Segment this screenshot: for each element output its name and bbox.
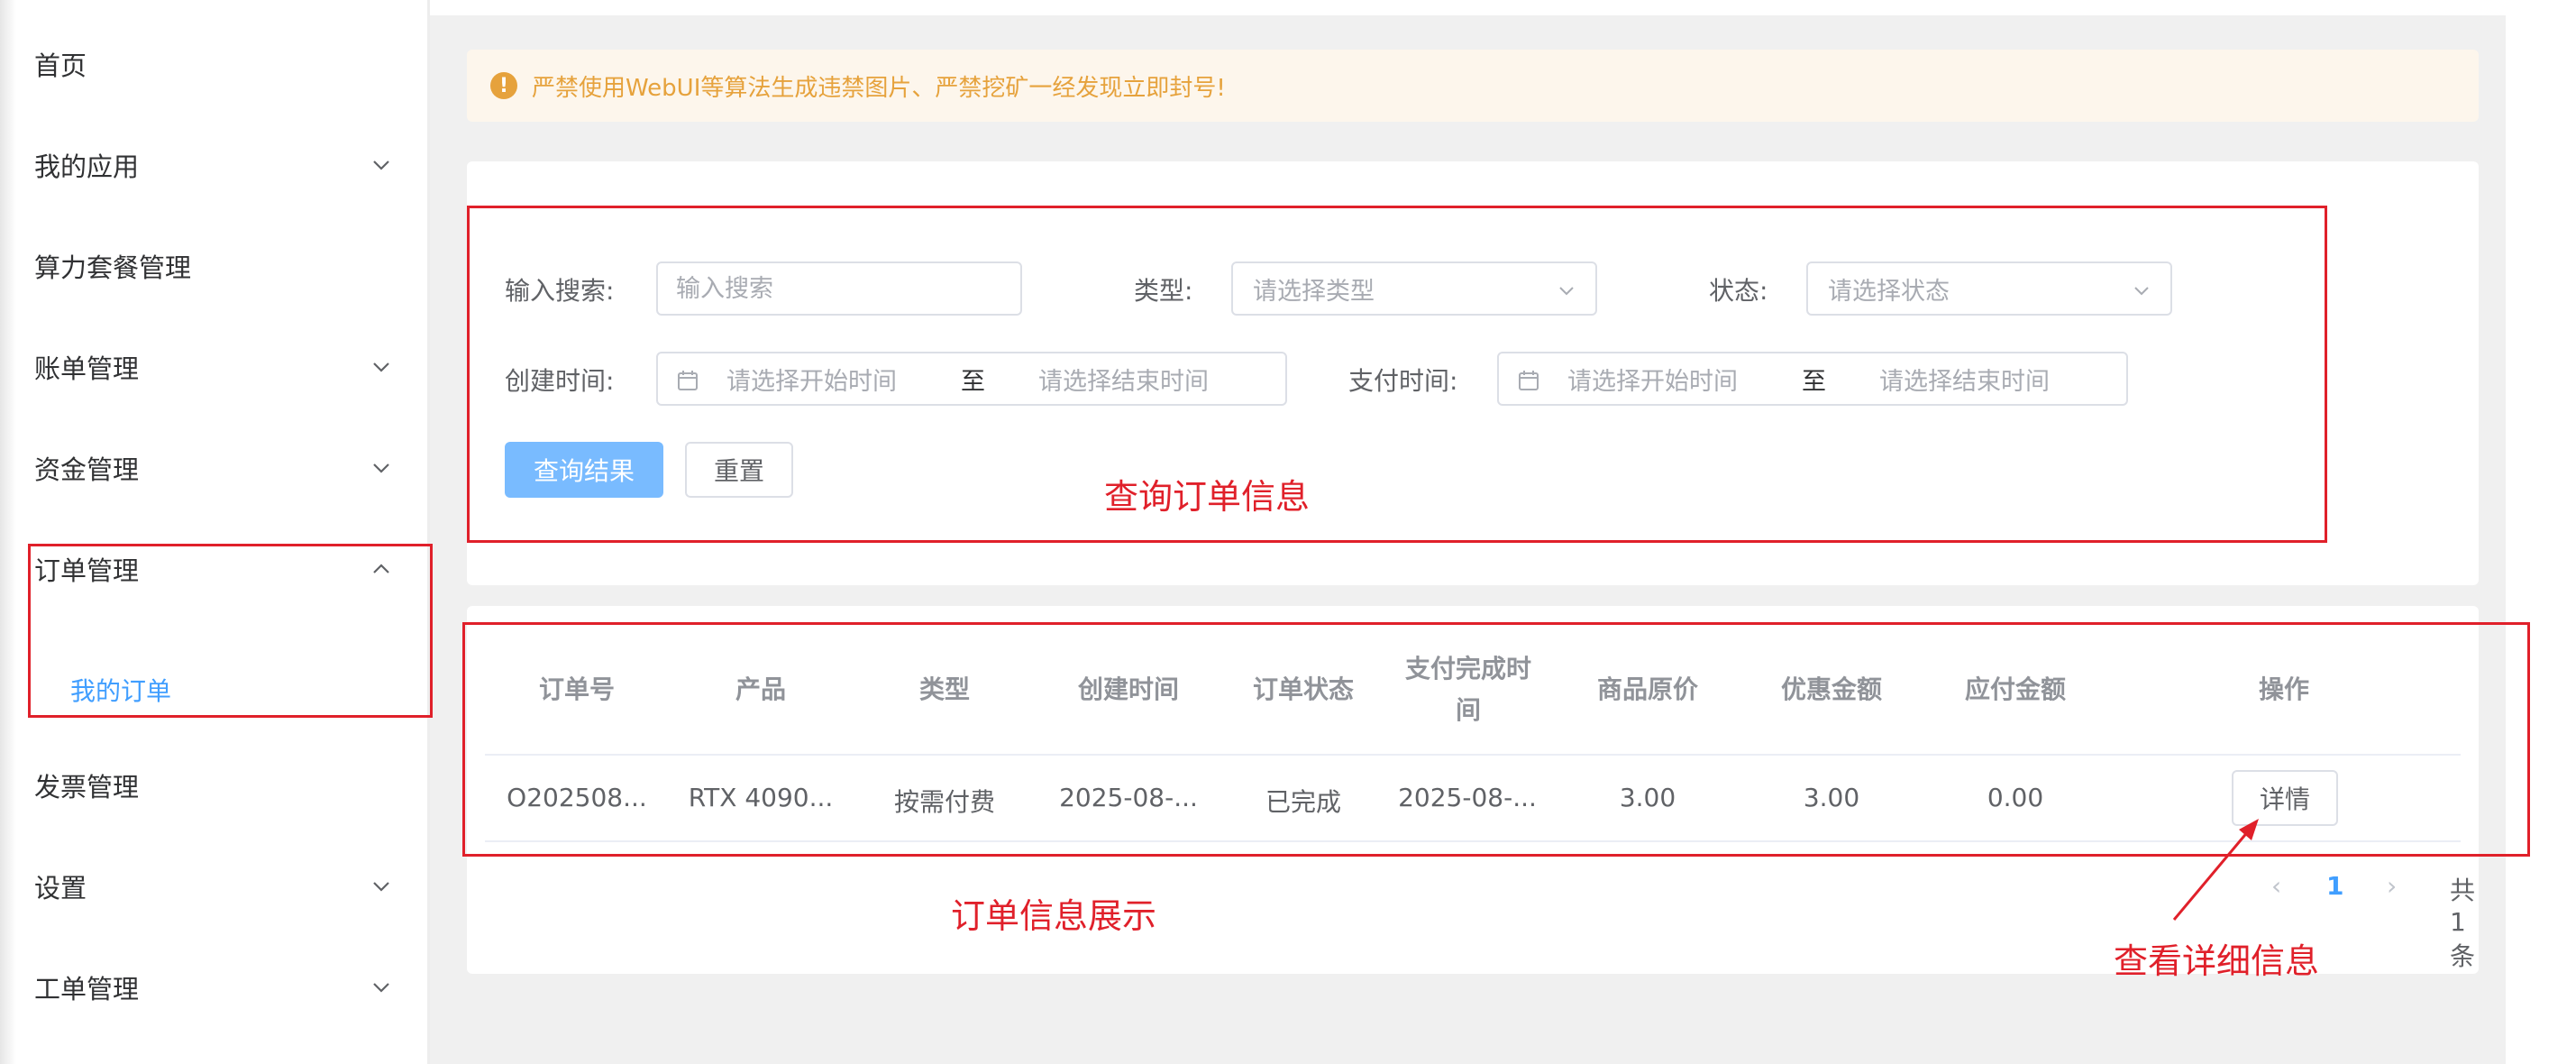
nav-item-invoices[interactable]: 发票管理 (0, 745, 429, 826)
nav-item-label: 设置 (34, 873, 87, 903)
annotation-detail-note: 查看详细信息 (2114, 941, 2320, 981)
nav-item-label: 账单管理 (34, 353, 140, 384)
nav-item-label: 工单管理 (34, 974, 140, 1004)
annotation-query-note: 查询订单信息 (1104, 477, 1311, 517)
sidebar: 首页 我的应用 算力套餐管理 账单管理 资金管理 订单管理 我的订单 发票管理 … (0, 0, 430, 1064)
chevron-down-icon (372, 877, 390, 895)
annotation-box-search (467, 206, 2327, 543)
nav-item-home[interactable]: 首页 (0, 23, 429, 105)
nav-item-tickets[interactable]: 工单管理 (0, 947, 429, 1028)
right-strip (2506, 0, 2576, 1064)
total-count: 共 1 条 (2450, 876, 2476, 971)
nav-item-label: 首页 (34, 50, 87, 81)
chevron-down-icon (372, 459, 390, 477)
chevron-down-icon (372, 358, 390, 376)
warning-icon: ! (490, 72, 517, 99)
annotation-list-note: 订单信息展示 (951, 896, 1157, 936)
annotation-arrow (2172, 819, 2259, 921)
alert-text: 严禁使用WebUI等算法生成违禁图片、严禁挖矿一经发现立即封号! (532, 74, 1226, 102)
page-number-1[interactable]: 1 (2326, 871, 2343, 901)
nav-item-funds[interactable]: 资金管理 (0, 427, 429, 509)
top-strip (430, 0, 2576, 15)
chevron-down-icon (372, 156, 390, 174)
chevron-down-icon (372, 978, 390, 996)
nav-item-compute-packages[interactable]: 算力套餐管理 (0, 225, 429, 307)
nav-item-label: 资金管理 (34, 454, 140, 485)
nav-item-billing[interactable]: 账单管理 (0, 326, 429, 408)
nav-item-my-apps[interactable]: 我的应用 (0, 124, 429, 206)
annotation-box-orders-nav (28, 544, 433, 718)
nav-item-label: 我的应用 (34, 151, 140, 182)
next-page-button[interactable]: › (2387, 871, 2397, 901)
nav-item-label: 发票管理 (34, 772, 140, 803)
prev-page-button[interactable]: ‹ (2271, 871, 2281, 901)
nav-item-label: 算力套餐管理 (34, 252, 192, 283)
nav-item-settings[interactable]: 设置 (0, 846, 429, 927)
warning-alert: ! 严禁使用WebUI等算法生成违禁图片、严禁挖矿一经发现立即封号! (467, 50, 2479, 122)
